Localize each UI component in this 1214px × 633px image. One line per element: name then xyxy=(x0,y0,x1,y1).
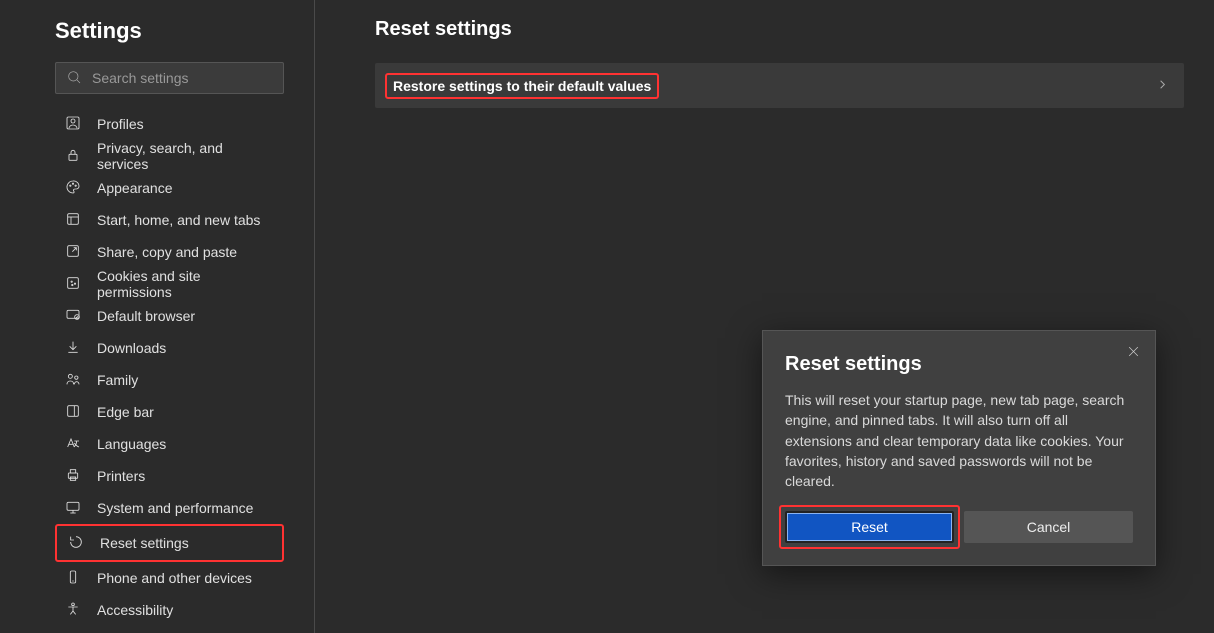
sidebar-item-label: Privacy, search, and services xyxy=(97,140,274,172)
sidebar-item-edgebar[interactable]: Edge bar xyxy=(55,396,284,428)
printers-icon xyxy=(65,467,81,486)
sidebar-item-appearance[interactable]: Appearance xyxy=(55,172,284,204)
sidebar-item-label: Languages xyxy=(97,436,166,452)
sidebar-item-phone[interactable]: Phone and other devices xyxy=(55,562,284,594)
sidebar-item-home[interactable]: Start, home, and new tabs xyxy=(55,204,284,236)
sidebar-item-label: Edge bar xyxy=(97,404,154,420)
sidebar-item-reset[interactable]: Reset settings xyxy=(58,527,281,559)
share-icon xyxy=(65,243,81,262)
sidebar-item-printers[interactable]: Printers xyxy=(55,460,284,492)
sidebar-item-family[interactable]: Family xyxy=(55,364,284,396)
sidebar-item-label: Reset settings xyxy=(100,535,189,551)
lock-icon xyxy=(65,147,81,166)
sidebar-item-label: Default browser xyxy=(97,308,195,324)
profile-icon xyxy=(65,115,81,134)
sidebar-item-label: System and performance xyxy=(97,500,253,516)
sidebar-item-label: Appearance xyxy=(97,180,173,196)
reset-icon xyxy=(68,534,84,553)
edgebar-icon xyxy=(65,403,81,422)
sidebar-item-about[interactable]: About Microsoft Edge xyxy=(55,626,284,633)
downloads-icon xyxy=(65,339,81,358)
restore-defaults-row[interactable]: Restore settings to their default values xyxy=(375,63,1184,108)
sidebar-item-profile[interactable]: Profiles xyxy=(55,108,284,140)
cookies-icon xyxy=(65,275,81,294)
sidebar-item-label: Accessibility xyxy=(97,602,173,618)
sidebar-item-label: Phone and other devices xyxy=(97,570,252,586)
restore-defaults-label: Restore settings to their default values xyxy=(385,73,659,99)
languages-icon xyxy=(65,435,81,454)
sidebar-item-label: Printers xyxy=(97,468,145,484)
search-settings-input[interactable] xyxy=(92,70,273,86)
chevron-right-icon xyxy=(1155,77,1170,95)
default-icon xyxy=(65,307,81,326)
sidebar-item-label: Cookies and site permissions xyxy=(97,268,274,300)
cancel-button[interactable]: Cancel xyxy=(964,511,1133,543)
sidebar-item-label: Downloads xyxy=(97,340,166,356)
sidebar-item-label: Profiles xyxy=(97,116,144,132)
family-icon xyxy=(65,371,81,390)
close-button[interactable] xyxy=(1121,341,1145,365)
sidebar-item-label: Family xyxy=(97,372,138,388)
reset-settings-dialog: Reset settings This will reset your star… xyxy=(762,330,1156,566)
system-icon xyxy=(65,499,81,518)
search-icon xyxy=(66,69,82,88)
search-settings-field[interactable] xyxy=(55,62,284,94)
sidebar-title: Settings xyxy=(55,18,284,44)
dialog-body: This will reset your startup page, new t… xyxy=(785,390,1133,491)
sidebar-item-languages[interactable]: Languages xyxy=(55,428,284,460)
home-icon xyxy=(65,211,81,230)
dialog-title: Reset settings xyxy=(785,353,1133,376)
settings-sidebar: Settings Profiles Privacy, search, and se… xyxy=(0,0,315,633)
phone-icon xyxy=(65,569,81,588)
appearance-icon xyxy=(65,179,81,198)
sidebar-item-downloads[interactable]: Downloads xyxy=(55,332,284,364)
sidebar-item-lock[interactable]: Privacy, search, and services xyxy=(55,140,284,172)
sidebar-item-share[interactable]: Share, copy and paste xyxy=(55,236,284,268)
sidebar-item-accessibility[interactable]: Accessibility xyxy=(55,594,284,626)
sidebar-item-system[interactable]: System and performance xyxy=(55,492,284,524)
sidebar-item-default[interactable]: Default browser xyxy=(55,300,284,332)
accessibility-icon xyxy=(65,601,81,620)
close-icon xyxy=(1127,345,1140,361)
sidebar-item-label: Start, home, and new tabs xyxy=(97,212,260,228)
sidebar-item-cookies[interactable]: Cookies and site permissions xyxy=(55,268,284,300)
reset-button[interactable]: Reset xyxy=(785,511,954,543)
sidebar-item-label: Share, copy and paste xyxy=(97,244,237,260)
dialog-buttons: Reset Cancel xyxy=(785,511,1133,543)
page-title: Reset settings xyxy=(375,18,1184,41)
